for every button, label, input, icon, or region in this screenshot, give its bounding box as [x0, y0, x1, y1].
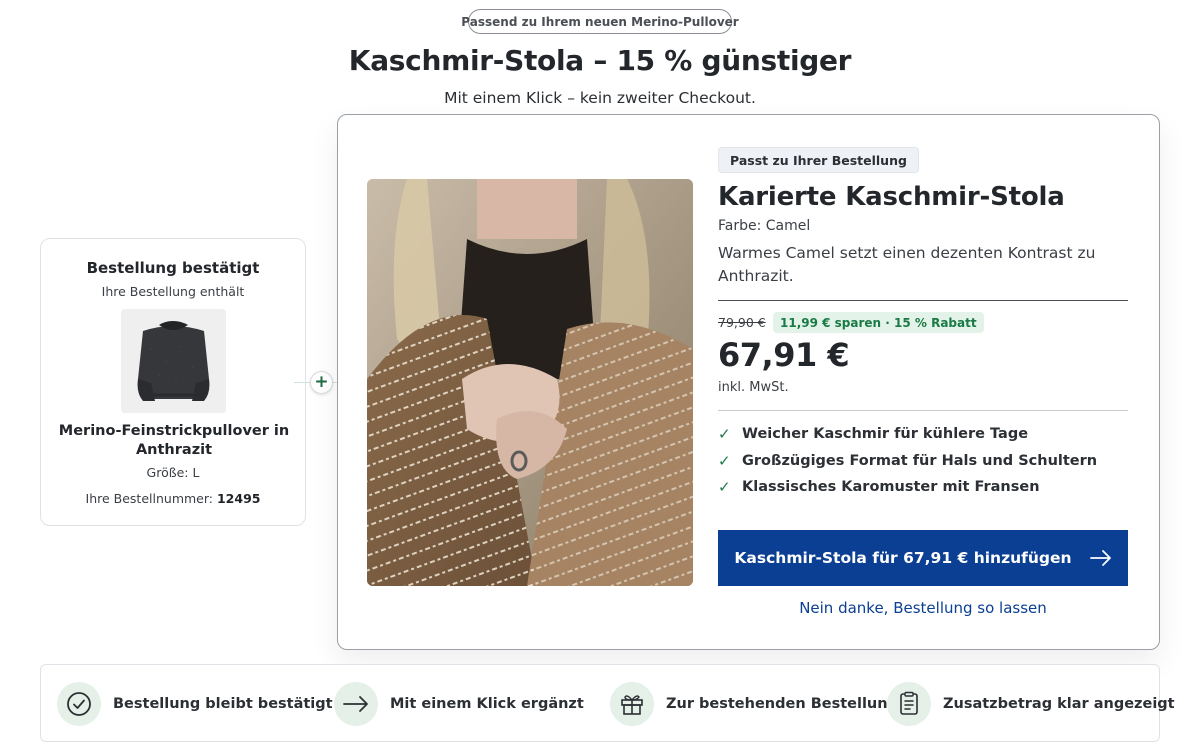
trust-label: Zur bestehenden Bestellung — [666, 696, 898, 712]
offer-product-color: Farbe: Camel — [718, 218, 811, 234]
order-confirmed-title: Bestellung bestätigt — [86, 259, 260, 277]
page-subtitle: Mit einem Klick – kein zweiter Checkout. — [444, 89, 756, 107]
order-number-value: 12495 — [216, 491, 261, 506]
ordered-product-name: Merino-Feinstrickpullover in Anthrazit — [58, 423, 290, 458]
context-badge: Passend zu Ihrem neuen Merino-Pullover — [461, 9, 739, 34]
trust-label: Mit einem Klick ergänzt — [390, 696, 584, 712]
page-title: Kaschmir-Stola – 15 % günstiger — [348, 44, 852, 77]
stole-product-image — [367, 179, 693, 586]
upsell-offer-card: Passt zu Ihrer Bestellung Karierte Kasch… — [337, 114, 1160, 650]
trust-item: Zur bestehenden Bestellung — [610, 682, 898, 726]
divider — [718, 300, 1128, 301]
receipt-icon — [887, 682, 931, 726]
plus-icon: + — [310, 371, 333, 394]
ordered-product-size: Größe: L — [146, 465, 200, 480]
offer-details: Passt zu Ihrer Bestellung Karierte Kasch… — [718, 115, 1129, 649]
trust-bar: Bestellung bleibt bestätigt Mit einem Kl… — [40, 664, 1175, 742]
check-icon: ✓ — [718, 478, 731, 497]
order-summary-card: Bestellung bestätigt Ihre Bestellung ent… — [40, 238, 306, 526]
order-contains-label: Ihre Bestellung enthält — [101, 284, 245, 299]
trust-item: Mit einem Klick ergänzt — [334, 682, 584, 726]
offer-product-description: Warmes Camel setzt einen dezenten Kontra… — [718, 244, 1096, 285]
divider — [718, 410, 1128, 411]
savings-badge: 11,99 € sparen · 15 % Rabatt — [773, 312, 984, 333]
vat-note: inkl. MwSt. — [718, 380, 789, 395]
trust-label: Zusatzbetrag klar angezeigt — [943, 696, 1175, 712]
feature-label: Klassisches Karomuster mit Fransen — [742, 479, 1040, 496]
check-icon: ✓ — [718, 451, 731, 470]
check-icon: ✓ — [718, 425, 731, 444]
arrow-right-icon — [334, 682, 378, 726]
sweater-image — [121, 309, 226, 413]
add-to-order-button[interactable]: Kaschmir-Stola für 67,91 € hinzufügen — [718, 530, 1128, 586]
old-price: 79,90 € — [718, 315, 766, 330]
feature-item: ✓ Weicher Kaschmir für kühlere Tage — [718, 421, 1128, 448]
order-number: Ihre Bestellnummer: 12495 — [41, 491, 305, 506]
feature-label: Großzügiges Format für Hals und Schulter… — [742, 452, 1098, 469]
decline-link[interactable]: Nein danke, Bestellung so lassen — [718, 599, 1128, 617]
feature-label: Weicher Kaschmir für kühlere Tage — [742, 426, 1029, 443]
match-badge: Passt zu Ihrer Bestellung — [718, 147, 919, 173]
offer-price: 67,91 € — [718, 336, 850, 374]
trust-label: Bestellung bleibt bestätigt — [113, 696, 333, 712]
add-to-order-label: Kaschmir-Stola für 67,91 € hinzufügen — [734, 549, 1072, 567]
arrow-right-icon — [1090, 550, 1111, 566]
feature-item: ✓ Großzügiges Format für Hals und Schult… — [718, 448, 1128, 475]
trust-item: Zusatzbetrag klar angezeigt — [887, 682, 1175, 726]
check-circle-icon — [57, 682, 101, 726]
offer-product-title: Karierte Kaschmir-Stola — [718, 182, 1065, 212]
gift-icon — [610, 682, 654, 726]
trust-item: Bestellung bleibt bestätigt — [57, 682, 333, 726]
order-number-label: Ihre Bestellnummer: — [85, 491, 213, 506]
feature-item: ✓ Klassisches Karomuster mit Fransen — [718, 474, 1128, 501]
feature-list: ✓ Weicher Kaschmir für kühlere Tage ✓ Gr… — [718, 421, 1128, 501]
